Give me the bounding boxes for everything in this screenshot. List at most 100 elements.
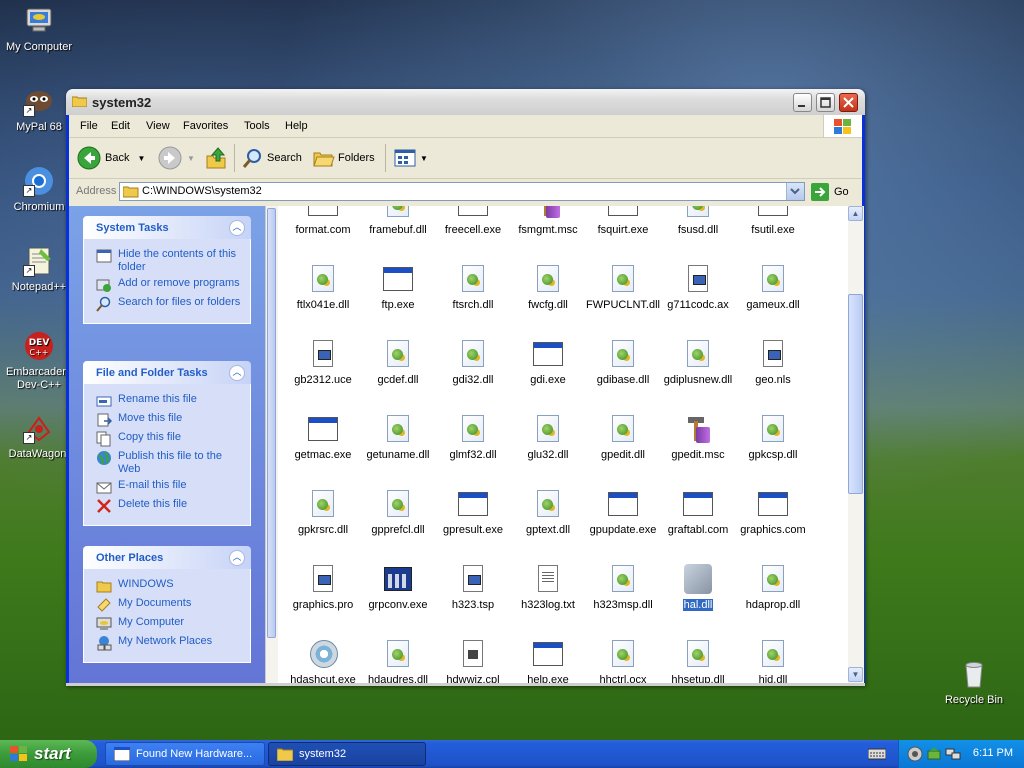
menu-edit[interactable]: Edit	[111, 120, 130, 132]
network-icon[interactable]	[945, 746, 961, 765]
taskbar-button-system32[interactable]: system32	[268, 742, 426, 766]
file-item[interactable]: gpresult.exe	[435, 488, 511, 536]
scroll-down-arrow-icon[interactable]: ▼	[848, 667, 863, 682]
go-button[interactable]: Go	[811, 183, 849, 201]
chevron-down-icon[interactable]: ▼	[187, 154, 195, 163]
collapse-chevron-icon[interactable]: ︿	[229, 220, 245, 236]
address-dropdown-button[interactable]	[786, 183, 804, 200]
forward-button[interactable]: ▼	[158, 146, 195, 170]
minimize-button[interactable]	[793, 93, 812, 112]
file-item[interactable]: gb2312.uce	[285, 338, 361, 386]
task-add-remove-programs[interactable]: Add or remove programs	[96, 277, 242, 293]
file-list-scroll-thumb[interactable]	[848, 294, 863, 494]
scroll-up-arrow-icon[interactable]: ▲	[848, 206, 863, 221]
clock[interactable]: 6:11 PM	[973, 747, 1013, 759]
file-item[interactable]: gcdef.dll	[360, 338, 436, 386]
menu-view[interactable]: View	[146, 120, 170, 132]
file-item[interactable]: gdibase.dll	[585, 338, 661, 386]
file-item[interactable]: freecell.exe	[435, 206, 511, 236]
back-button[interactable]: Back ▼	[77, 146, 145, 170]
file-item[interactable]: FWPUCLNT.dll	[585, 263, 661, 311]
file-item[interactable]: hdashcut.exe	[285, 638, 361, 683]
task-copy[interactable]: Copy this file	[96, 431, 242, 447]
task-email[interactable]: E-mail this file	[96, 479, 242, 495]
file-item[interactable]: gpupdate.exe	[585, 488, 661, 536]
place-my-computer[interactable]: My Computer	[96, 616, 242, 632]
file-item[interactable]: graphics.pro	[285, 563, 361, 611]
file-item[interactable]: ftsrch.dll	[435, 263, 511, 311]
file-item[interactable]: hid.dll	[735, 638, 811, 683]
file-item[interactable]: hdaudres.dll	[360, 638, 436, 683]
keyboard-icon[interactable]	[867, 747, 887, 764]
file-item[interactable]: graphics.com	[735, 488, 811, 536]
task-delete[interactable]: Delete this file	[96, 498, 242, 514]
file-item[interactable]: gdi.exe	[510, 338, 586, 386]
desktop-icon-my-computer[interactable]: My Computer	[0, 5, 81, 54]
views-button[interactable]: ▼	[394, 146, 428, 170]
file-item[interactable]: hhctrl.ocx	[585, 638, 661, 683]
file-item[interactable]: help.exe	[510, 638, 586, 683]
file-item[interactable]: hdaprop.dll	[735, 563, 811, 611]
file-item[interactable]: hhsetup.dll	[660, 638, 736, 683]
file-item[interactable]: getuname.dll	[360, 413, 436, 461]
folders-button[interactable]: Folders	[313, 146, 375, 170]
file-item[interactable]: hal.dll	[660, 563, 736, 611]
task-pane-scroll-thumb[interactable]	[267, 208, 276, 638]
file-item[interactable]: geo.nls	[735, 338, 811, 386]
title-bar[interactable]: system32	[66, 89, 865, 115]
desktop-icon-recycle-bin[interactable]: Recycle Bin	[932, 658, 1016, 707]
file-item[interactable]: framebuf.dll	[360, 206, 436, 236]
task-publish-web[interactable]: Publish this file to the Web	[96, 450, 242, 476]
file-item[interactable]: fsusd.dll	[660, 206, 736, 236]
file-item[interactable]: ftp.exe	[360, 263, 436, 311]
place-my-documents[interactable]: My Documents	[96, 597, 242, 613]
task-search-files[interactable]: Search for files or folders	[96, 296, 242, 312]
task-pane-scrollbar[interactable]	[265, 206, 278, 683]
file-item[interactable]: h323log.txt	[510, 563, 586, 611]
start-button[interactable]: start	[0, 740, 97, 768]
file-item[interactable]: graftabl.com	[660, 488, 736, 536]
file-item[interactable]: gpedit.msc	[660, 413, 736, 461]
file-item[interactable]: fsquirt.exe	[585, 206, 661, 236]
address-input[interactable]: C:\WINDOWS\system32	[119, 182, 805, 201]
task-move[interactable]: Move this file	[96, 412, 242, 428]
other-places-header[interactable]: Other Places ︿	[83, 546, 251, 569]
file-item[interactable]: gpkcsp.dll	[735, 413, 811, 461]
file-item[interactable]: format.com	[285, 206, 361, 236]
maximize-button[interactable]	[816, 93, 835, 112]
menu-file[interactable]: File	[80, 120, 98, 132]
file-item[interactable]: gptext.dll	[510, 488, 586, 536]
task-hide-contents[interactable]: Hide the contents of this folder	[96, 248, 242, 274]
file-folder-tasks-header[interactable]: File and Folder Tasks ︿	[83, 361, 251, 384]
menu-help[interactable]: Help	[285, 120, 308, 132]
file-item[interactable]: gdiplusnew.dll	[660, 338, 736, 386]
file-item[interactable]: gameux.dll	[735, 263, 811, 311]
search-button[interactable]: Search	[242, 146, 302, 170]
up-folder-button[interactable]	[205, 146, 229, 170]
file-item[interactable]: gpprefcl.dll	[360, 488, 436, 536]
chevron-down-icon[interactable]: ▼	[137, 154, 145, 163]
file-item[interactable]: grpconv.exe	[360, 563, 436, 611]
chevron-down-icon[interactable]: ▼	[420, 154, 428, 163]
file-item[interactable]: getmac.exe	[285, 413, 361, 461]
menu-tools[interactable]: Tools	[244, 120, 270, 132]
file-item[interactable]: fsmgmt.msc	[510, 206, 586, 236]
file-item[interactable]: h323msp.dll	[585, 563, 661, 611]
system-tasks-header[interactable]: System Tasks ︿	[83, 216, 251, 239]
volume-icon[interactable]	[907, 746, 923, 765]
file-item[interactable]: fwcfg.dll	[510, 263, 586, 311]
file-item[interactable]: gpkrsrc.dll	[285, 488, 361, 536]
collapse-chevron-icon[interactable]: ︿	[229, 365, 245, 381]
file-item[interactable]: gpedit.dll	[585, 413, 661, 461]
file-item[interactable]: gdi32.dll	[435, 338, 511, 386]
task-rename[interactable]: Rename this file	[96, 393, 242, 409]
file-item[interactable]: glmf32.dll	[435, 413, 511, 461]
file-item[interactable]: fsutil.exe	[735, 206, 811, 236]
file-item[interactable]: ftlx041e.dll	[285, 263, 361, 311]
taskbar-button-found-new-hardware[interactable]: Found New Hardware...	[105, 742, 265, 766]
place-windows[interactable]: WINDOWS	[96, 578, 242, 594]
safely-remove-hardware-icon[interactable]	[926, 746, 942, 765]
file-item[interactable]: hdwwiz.cpl	[435, 638, 511, 683]
close-button[interactable]	[839, 93, 858, 112]
place-my-network-places[interactable]: My Network Places	[96, 635, 242, 651]
